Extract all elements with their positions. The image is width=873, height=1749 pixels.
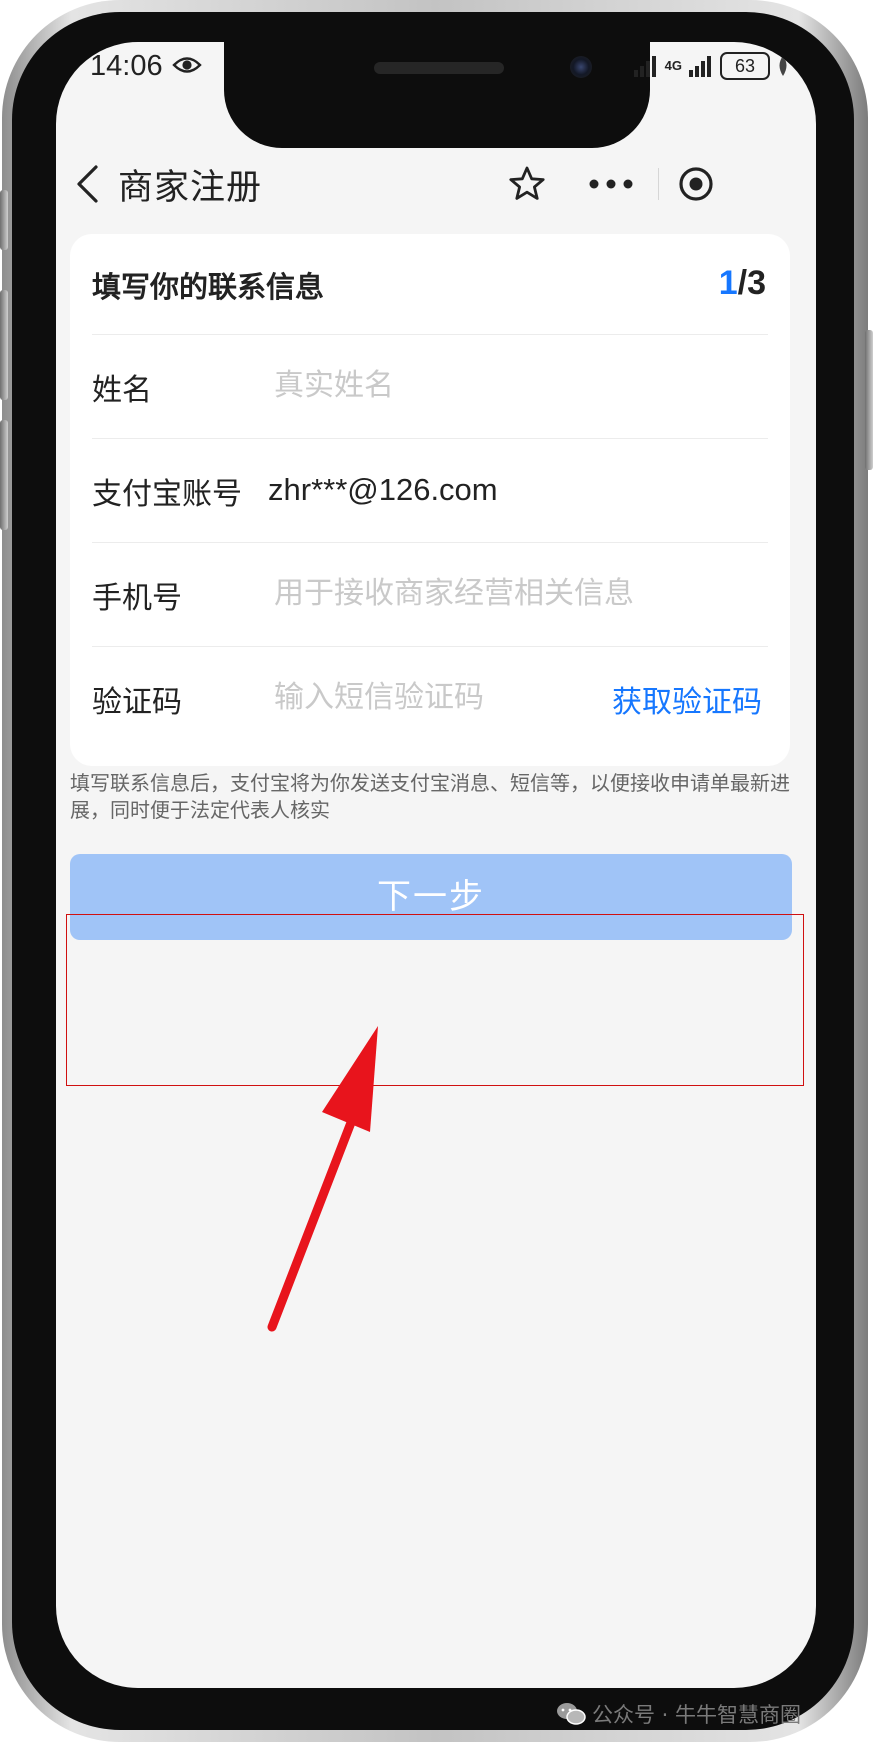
capsule-divider (658, 168, 659, 200)
camera-notch (224, 42, 650, 148)
more-icon[interactable] (586, 172, 636, 196)
front-camera (570, 56, 592, 78)
contact-info-card: 填写你的联系信息 1/3 姓名 真实姓名 支付宝账号 zhr***@126.co… (70, 234, 790, 766)
target-icon[interactable] (678, 166, 714, 202)
status-indicators: 4G 63 (633, 52, 790, 80)
name-input[interactable]: 真实姓名 (274, 361, 694, 411)
alipay-account-input[interactable]: zhr***@126.com (268, 465, 748, 515)
form-row-alipay-account: 支付宝账号 zhr***@126.com (92, 438, 768, 543)
verification-code-input[interactable]: 输入短信验证码 (274, 673, 534, 723)
phone-screen: 14:06 4G 63 商家注册 填写你的联系信息 1/3 姓名 真实姓名 支付… (56, 42, 816, 1688)
card-title: 填写你的联系信息 (92, 270, 325, 304)
navigation-bar: 商家注册 (56, 134, 816, 234)
leaf-icon (779, 56, 787, 76)
form-row-phone: 手机号 用于接收商家经营相关信息 (92, 542, 768, 647)
wechat-icon (557, 1703, 586, 1725)
signal-icon (633, 56, 656, 77)
page-title: 商家注册 (118, 168, 263, 208)
form-row-verification-code: 验证码 输入短信验证码 获取验证码 (92, 646, 768, 757)
name-label: 姓名 (92, 373, 152, 408)
step-current: 1 (718, 264, 738, 302)
phone-label: 手机号 (92, 581, 182, 616)
watermark-text: 公众号 · 牛牛智慧商圈 (592, 1703, 802, 1727)
star-icon[interactable] (508, 165, 546, 203)
step-total: /3 (737, 264, 766, 302)
signal-icon-2 (689, 56, 711, 77)
eye-icon (172, 57, 202, 73)
mini-program-capsule (568, 154, 720, 214)
network-type: 4G (664, 58, 682, 73)
step-indicator: 1/3 (719, 264, 766, 303)
screenshot-stage: 14:06 4G 63 商家注册 填写你的联系信息 1/3 姓名 真实姓名 支付… (0, 0, 873, 1749)
alipay-account-label: 支付宝账号 (92, 477, 242, 512)
speaker-grille (374, 62, 504, 74)
phone-input[interactable]: 用于接收商家经营相关信息 (274, 569, 704, 619)
form-row-name: 姓名 真实姓名 (92, 334, 768, 439)
battery-indicator: 63 (720, 52, 770, 80)
watermark: 公众号 · 牛牛智慧商圈 (556, 1699, 801, 1729)
mute-switch (0, 190, 8, 250)
volume-down-button (0, 420, 8, 530)
back-icon[interactable] (74, 164, 102, 204)
status-time: 14:06 (90, 50, 163, 82)
power-button (865, 330, 873, 470)
volume-up-button (0, 290, 8, 400)
highlight-box (66, 914, 804, 1086)
info-tip: 填写联系信息后，支付宝将为你发送支付宝消息、短信等，以便接收申请单最新进展，同时… (70, 771, 790, 822)
verification-code-label: 验证码 (92, 685, 182, 720)
get-code-button[interactable]: 获取验证码 (612, 677, 762, 721)
